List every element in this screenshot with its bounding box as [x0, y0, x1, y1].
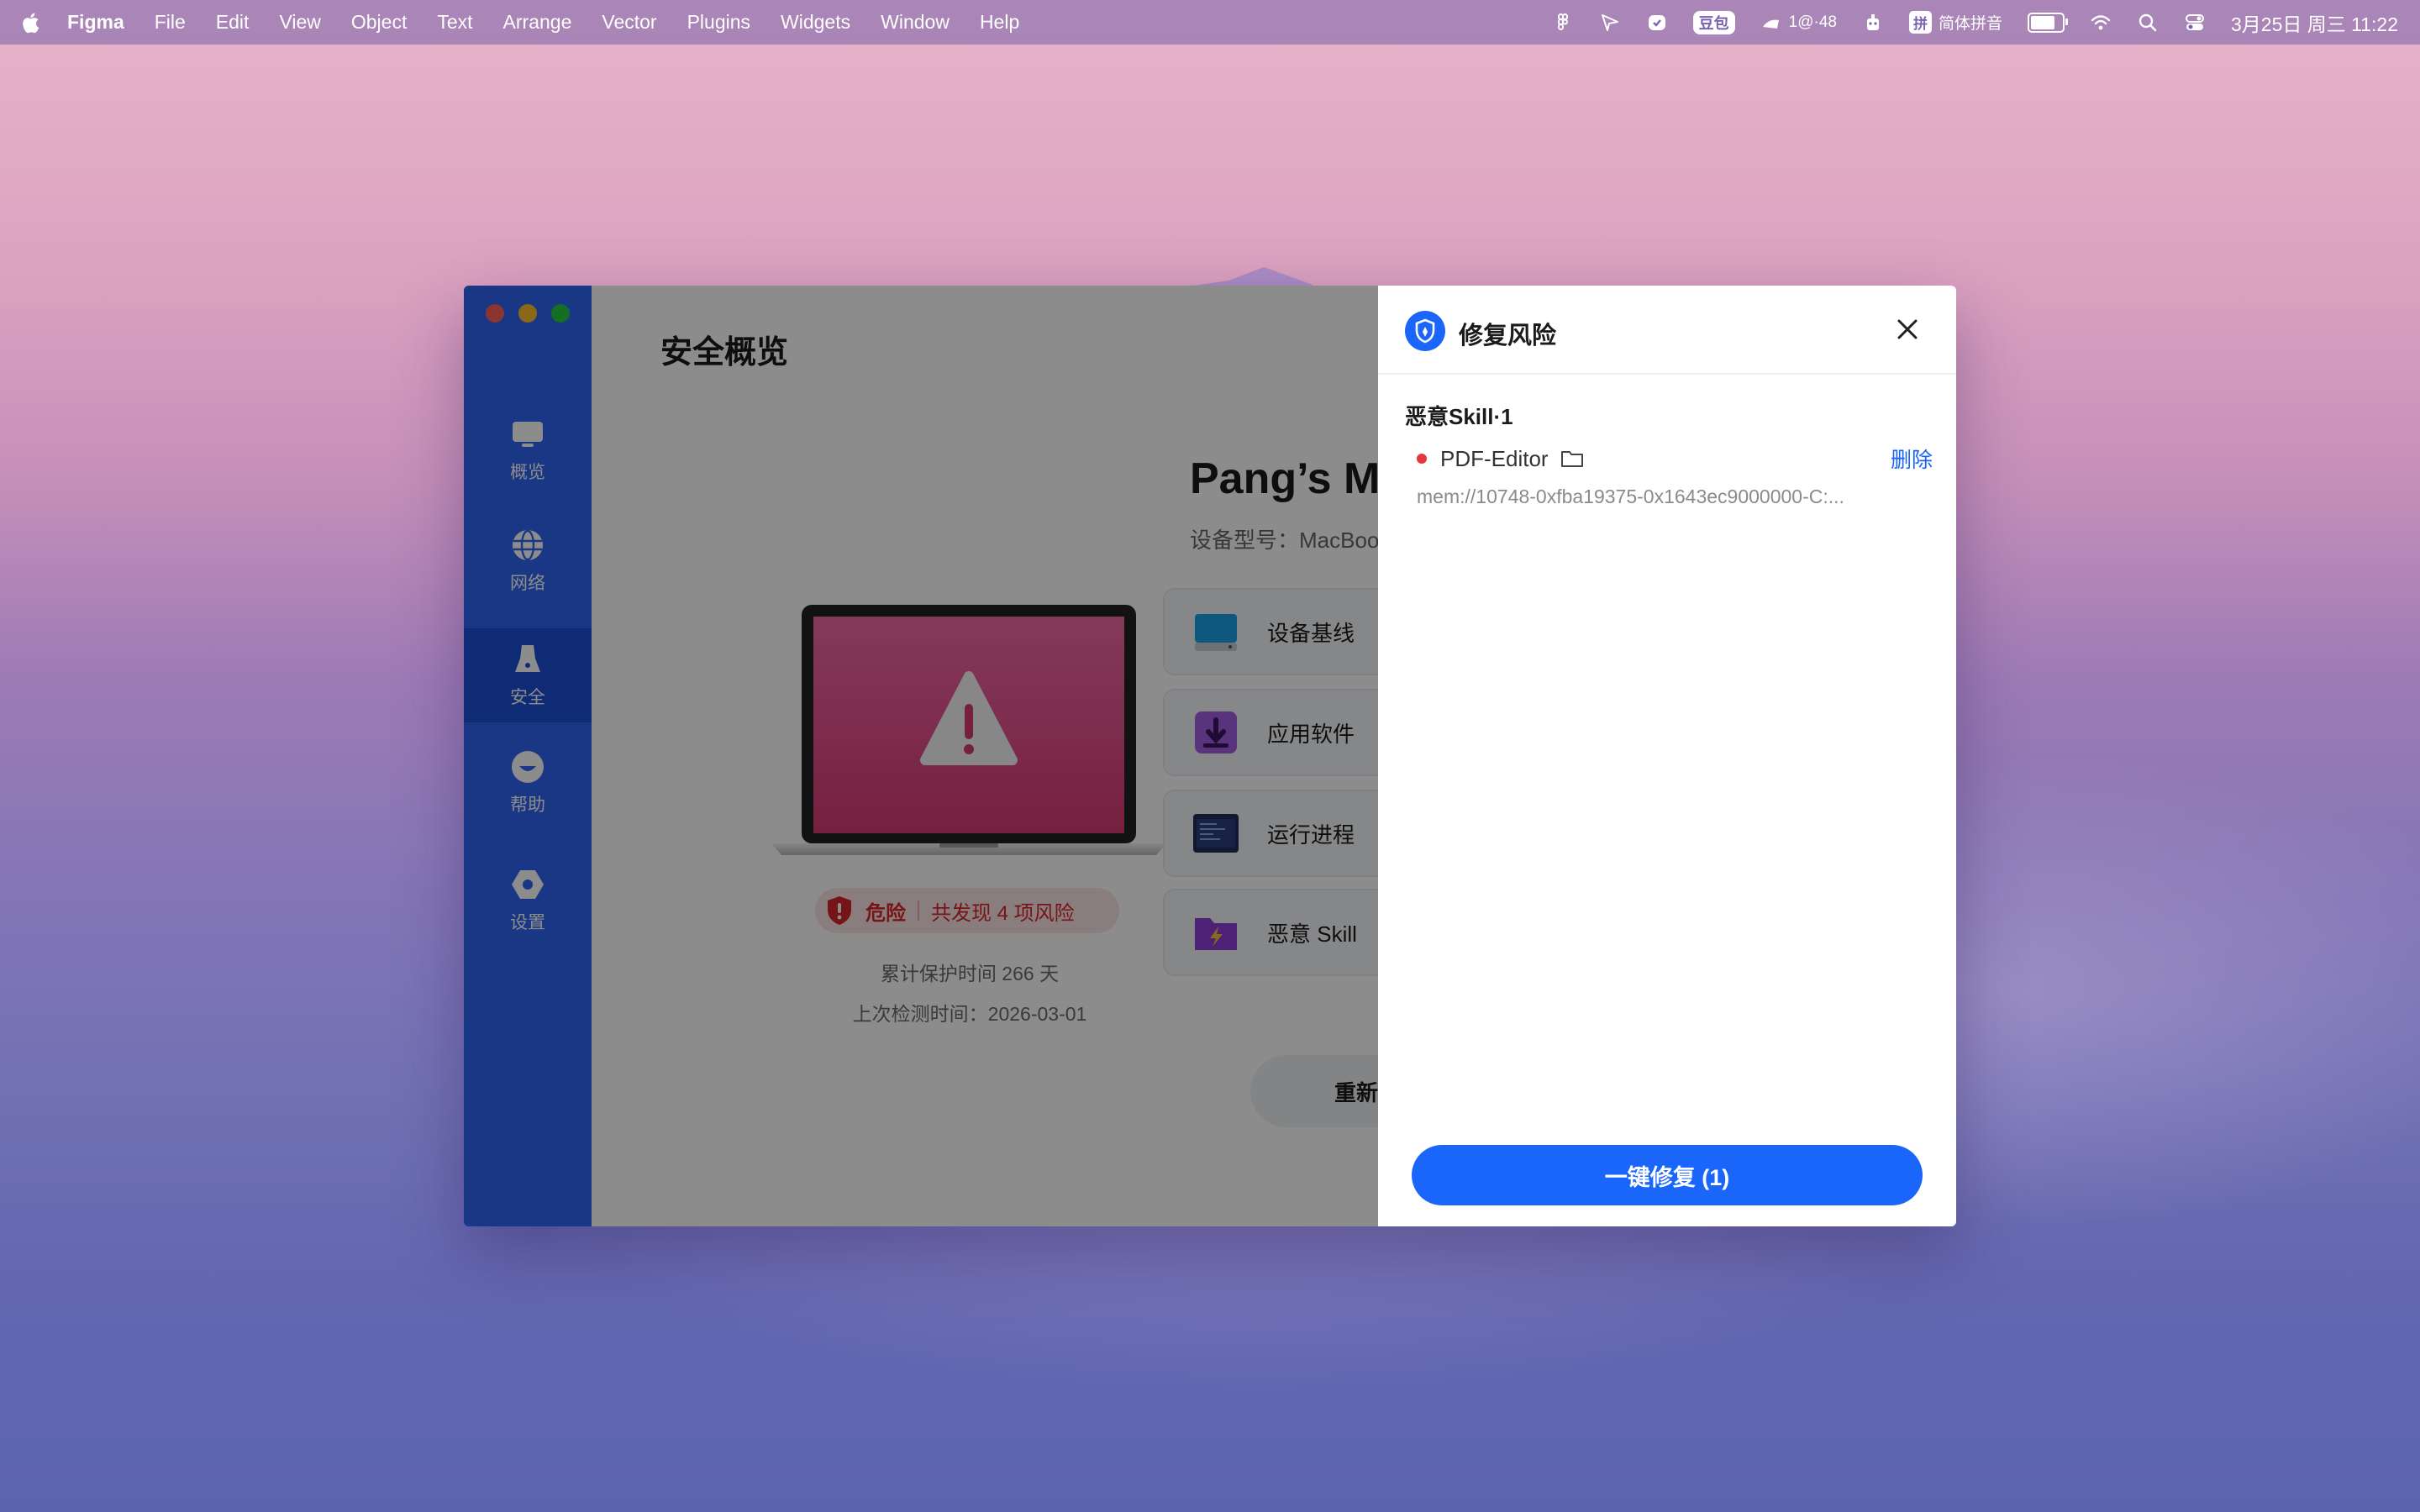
ime-label: 简体拼音: [1938, 15, 2002, 33]
menu-text[interactable]: Text: [437, 11, 472, 34]
risk-group-title: 恶意Skill·1: [1405, 404, 1513, 429]
risk-item-name: PDF-Editor: [1440, 445, 1549, 471]
spotlight-search-icon[interactable]: [2137, 12, 2159, 34]
input-method[interactable]: 拼 简体拼音: [1908, 11, 2002, 34]
menu-file[interactable]: File: [155, 11, 186, 34]
one-click-fix-button[interactable]: 一键修复 (1): [1412, 1145, 1923, 1205]
robot-icon[interactable]: [1862, 12, 1884, 34]
risk-item-path: mem://10748-0xfba19375-0x1643ec9000000-C…: [1417, 486, 1844, 507]
risk-dot: [1417, 454, 1427, 464]
figma-tray-icon[interactable]: [1552, 12, 1574, 34]
menu-view[interactable]: View: [279, 11, 320, 34]
menu-object[interactable]: Object: [351, 11, 407, 34]
app-window: 概览 网络 安全 帮助 设置 安全概览 危险 共发现 4 项风险 累计保护时间 …: [464, 286, 1956, 1226]
delete-link[interactable]: 删除: [1891, 444, 1933, 474]
status-area: 豆包 1@·48 拼 简体拼音 3月25日 周三 11:22: [1552, 8, 2398, 37]
wifi-icon[interactable]: [2090, 12, 2112, 34]
control-center-icon[interactable]: [2184, 12, 2206, 34]
cloud-check-icon[interactable]: [1646, 12, 1668, 34]
tray-counter[interactable]: 1@·48: [1760, 12, 1837, 34]
menu-vector[interactable]: Vector: [602, 11, 656, 34]
battery-icon[interactable]: [2027, 12, 2068, 33]
apple-icon[interactable]: [22, 11, 42, 34]
menu-edit[interactable]: Edit: [216, 11, 250, 34]
fix-risk-drawer: 修复风险 恶意Skill·1 PDF-Editor 删除 mem://10748…: [1378, 286, 1956, 1226]
drawer-title: 修复风险: [1459, 323, 1557, 349]
send-icon[interactable]: [1599, 12, 1621, 34]
ime-box: 拼: [1908, 11, 1932, 34]
menu-help[interactable]: Help: [980, 11, 1019, 34]
drawer-header: 修复风险: [1378, 286, 1956, 375]
folder-icon[interactable]: [1560, 449, 1584, 469]
menu-window[interactable]: Window: [881, 11, 950, 34]
menu-widgets[interactable]: Widgets: [781, 11, 850, 34]
menu-arrange[interactable]: Arrange: [503, 11, 572, 34]
menu-datetime[interactable]: 3月25日 周三 11:22: [2231, 8, 2398, 37]
doubao-pill[interactable]: 豆包: [1692, 10, 1735, 34]
cat-icon: [1762, 19, 1779, 29]
shield-icon: [1405, 311, 1445, 351]
tray-counter-text: 1@·48: [1788, 13, 1837, 31]
menu-plugins[interactable]: Plugins: [687, 11, 750, 34]
menu-app-name[interactable]: Figma: [67, 11, 124, 34]
close-icon[interactable]: [1894, 316, 1921, 343]
risk-item-row: PDF-Editor 删除: [1417, 444, 1933, 474]
menu-bar: Figma File Edit View Object Text Arrange…: [0, 0, 2420, 45]
